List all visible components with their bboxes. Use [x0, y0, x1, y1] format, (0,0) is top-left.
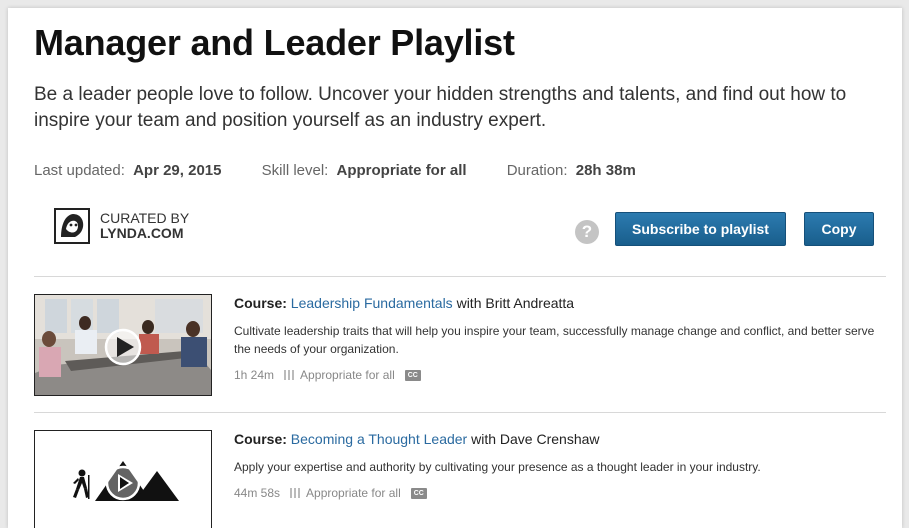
- divider: [34, 412, 886, 413]
- help-icon[interactable]: ?: [575, 220, 599, 244]
- duration-value: 28h 38m: [575, 162, 636, 179]
- course-title-link[interactable]: Leadership Fundamentals: [291, 295, 453, 311]
- course-author: Dave Crenshaw: [499, 431, 600, 447]
- course-author: Britt Andreatta: [485, 295, 575, 311]
- course-heading: Course: Becoming a Thought Leader with D…: [234, 431, 600, 447]
- course-thumbnail[interactable]: [34, 430, 212, 528]
- course-meta: 1h 24m Appropriate for all CC: [234, 368, 884, 382]
- curator-line1: CURATED BY: [100, 210, 190, 226]
- course-description: Apply your expertise and authority by cu…: [234, 460, 761, 474]
- course-thumbnail[interactable]: [34, 294, 212, 396]
- closed-captions-icon: CC: [404, 369, 421, 381]
- course-duration: 1h 24m: [234, 368, 275, 382]
- skill-level: Skill level: Appropriate for all: [261, 162, 467, 179]
- last-updated: Last updated: Apr 29, 2015: [34, 162, 222, 179]
- lynda-logo-icon: [52, 206, 92, 246]
- course-title-link[interactable]: Becoming a Thought Leader: [291, 431, 467, 447]
- playlist-description: Be a leader people love to follow. Uncov…: [34, 84, 847, 131]
- divider: [34, 276, 886, 277]
- skill-level-icon: [290, 488, 301, 498]
- skill-level-icon: [284, 370, 295, 380]
- closed-captions-icon: CC: [410, 487, 427, 499]
- course-duration: 44m 58s: [234, 486, 281, 500]
- playlist-meta: Last updated: Apr 29, 2015 Skill level: …: [34, 162, 672, 179]
- skill-level-value: Appropriate for all: [336, 162, 467, 179]
- last-updated-value: Apr 29, 2015: [133, 162, 222, 179]
- page-title: Manager and Leader Playlist: [34, 22, 515, 63]
- course-item: Course: Leadership Fundamentals with Bri…: [34, 294, 886, 404]
- curator-badge: CURATED BY LYNDA.COM: [52, 204, 189, 248]
- playlist-card: Manager and Leader Playlist Be a leader …: [8, 8, 902, 528]
- copy-button[interactable]: Copy: [804, 212, 874, 246]
- subscribe-button[interactable]: Subscribe to playlist: [615, 212, 786, 246]
- course-meta: 44m 58s Appropriate for all CC: [234, 486, 884, 500]
- curator-name: LYNDA.COM: [100, 225, 184, 241]
- course-heading: Course: Leadership Fundamentals with Bri…: [234, 295, 575, 311]
- course-level: Appropriate for all: [300, 368, 395, 382]
- course-description: Cultivate leadership traits that will he…: [234, 324, 875, 356]
- duration: Duration: 28h 38m: [506, 162, 636, 179]
- course-level: Appropriate for all: [306, 486, 401, 500]
- course-item: Course: Becoming a Thought Leader with D…: [34, 430, 886, 528]
